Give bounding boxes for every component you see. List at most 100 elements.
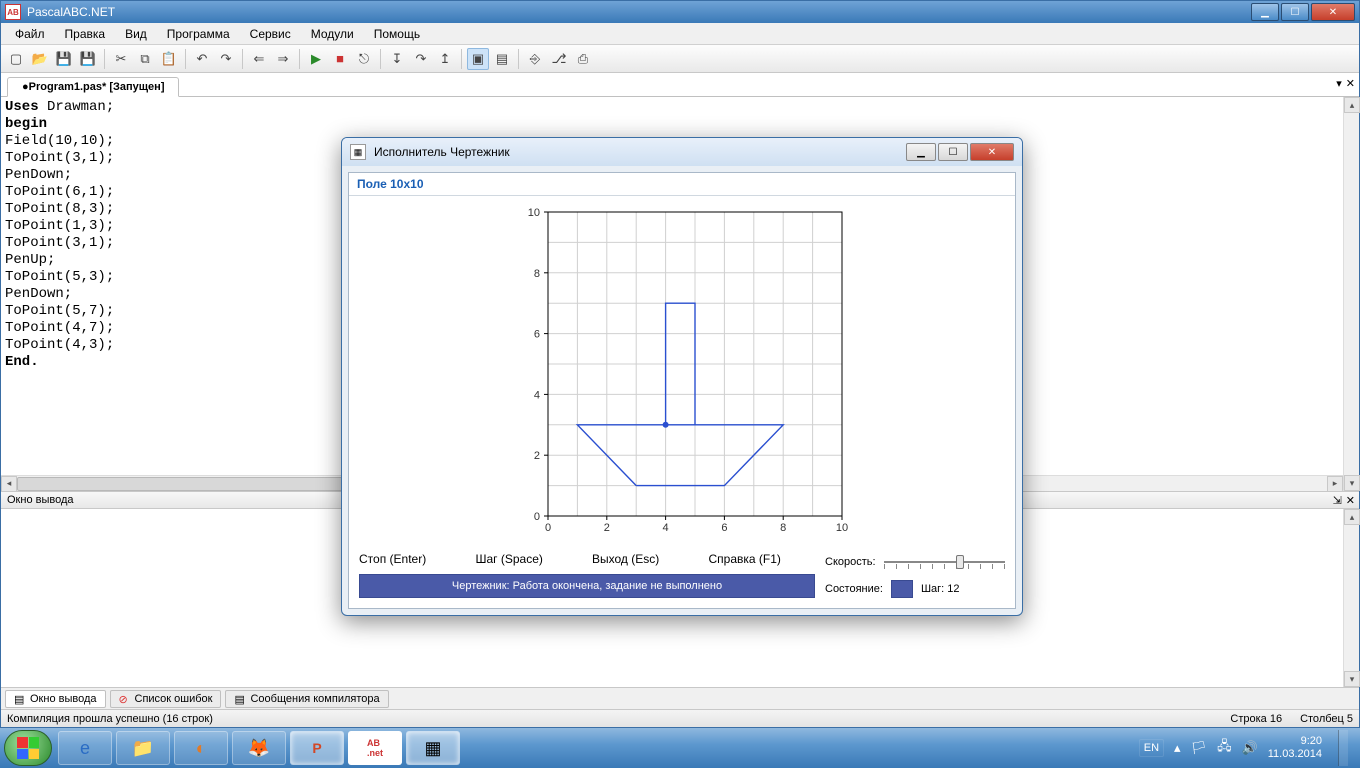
app-title: PascalABC.NET xyxy=(27,5,115,19)
step-into-icon[interactable]: ↧ xyxy=(386,48,408,70)
drawman-speed-label: Скорость: xyxy=(825,556,876,568)
tool-a-icon[interactable]: ⎆ xyxy=(524,48,546,70)
drawman-title: Исполнитель Чертежник xyxy=(374,145,510,159)
editor-scrollbar-vertical[interactable]: ▴ ▾ xyxy=(1343,97,1359,491)
panel-pin-icon[interactable]: ⇲ xyxy=(1333,494,1342,507)
menu-program[interactable]: Программа xyxy=(157,24,240,44)
taskbar-explorer-icon[interactable]: 📁 xyxy=(116,731,170,765)
drawman-step-button[interactable]: Шаг (Space) xyxy=(476,552,583,566)
tool-c-icon[interactable]: ⎙ xyxy=(572,48,594,70)
svg-text:8: 8 xyxy=(534,268,540,280)
taskbar-ie-icon[interactable]: e xyxy=(58,731,112,765)
scroll-down-icon[interactable]: ▾ xyxy=(1344,671,1360,687)
tray-clock[interactable]: 9:20 11.03.2014 xyxy=(1268,735,1322,761)
window-close-button[interactable]: ✕ xyxy=(1311,3,1355,21)
stop-icon[interactable]: ■ xyxy=(329,48,351,70)
step-out-icon[interactable]: ↥ xyxy=(434,48,456,70)
window-minimize-button[interactable]: ▁ xyxy=(1251,3,1279,21)
svg-text:4: 4 xyxy=(534,389,540,401)
bottom-tab-output[interactable]: ▤ Окно вывода xyxy=(5,690,106,708)
windows-logo-icon xyxy=(17,737,39,759)
drawman-window[interactable]: ▦ Исполнитель Чертежник ▁ ☐ ✕ Поле 10x10… xyxy=(341,137,1023,616)
taskbar: e 📁 ◐ 🦊 P AB.net ▦ EN ▴ 🏳 🖧 🔊 9:20 11.03… xyxy=(0,728,1360,768)
drawman-field-label: Поле 10x10 xyxy=(349,173,1015,196)
redo-icon[interactable]: ↷ xyxy=(215,48,237,70)
app-icon: AB xyxy=(5,4,21,20)
drawman-step-count: Шаг: 12 xyxy=(921,583,960,595)
system-tray: EN ▴ 🏳 🖧 🔊 9:20 11.03.2014 xyxy=(1131,730,1356,766)
titlebar[interactable]: AB PascalABC.NET ▁ ☐ ✕ xyxy=(1,1,1359,23)
drawman-body: Поле 10x10 02468100246810 Стоп (Enter) Ш… xyxy=(348,172,1016,609)
taskbar-firefox-icon[interactable]: 🦊 xyxy=(232,731,286,765)
tab-program1[interactable]: ●Program1.pas* [Запущен] xyxy=(7,77,179,97)
toolbar: ▢ 📂 💾 💾 ✂ ⧉ 📋 ↶ ↷ ⇐ ⇒ ▶ ■ ⎋ ↧ ↷ ↥ ▣ ▤ ⎆ … xyxy=(1,45,1359,73)
tray-network-icon[interactable]: 🖧 xyxy=(1217,737,1232,759)
tab-dropdown-icon[interactable]: ▾ xyxy=(1336,77,1342,90)
menu-edit[interactable]: Правка xyxy=(55,24,116,44)
drawman-titlebar[interactable]: ▦ Исполнитель Чертежник ▁ ☐ ✕ xyxy=(342,138,1022,166)
open-file-icon[interactable]: 📂 xyxy=(29,48,51,70)
tool-b-icon[interactable]: ⎇ xyxy=(548,48,570,70)
nav-back-icon[interactable]: ⇐ xyxy=(248,48,270,70)
show-desktop-button[interactable] xyxy=(1338,730,1348,766)
new-file-icon[interactable]: ▢ xyxy=(5,48,27,70)
svg-text:0: 0 xyxy=(545,522,551,534)
tabs-row: ●Program1.pas* [Запущен] ▾ ✕ xyxy=(1,73,1359,97)
undo-icon[interactable]: ↶ xyxy=(191,48,213,70)
nav-fwd-icon[interactable]: ⇒ xyxy=(272,48,294,70)
drawman-stop-button[interactable]: Стоп (Enter) xyxy=(359,552,466,566)
drawman-speed-slider[interactable] xyxy=(884,552,1005,572)
cut-icon[interactable]: ✂ xyxy=(110,48,132,70)
start-button[interactable] xyxy=(4,730,52,766)
scroll-right-icon[interactable]: ▸ xyxy=(1327,476,1343,492)
toggle-panel-icon[interactable]: ▣ xyxy=(467,48,489,70)
menu-file[interactable]: Файл xyxy=(5,24,55,44)
bottom-tab-errors[interactable]: ⊘ Список ошибок xyxy=(110,690,222,708)
svg-text:6: 6 xyxy=(721,522,727,534)
drawman-exit-button[interactable]: Выход (Esc) xyxy=(592,552,699,566)
menu-view[interactable]: Вид xyxy=(115,24,157,44)
menu-help[interactable]: Помощь xyxy=(364,24,430,44)
run-icon[interactable]: ▶ xyxy=(305,48,327,70)
paste-icon[interactable]: 📋 xyxy=(158,48,180,70)
output-scrollbar-vertical[interactable]: ▴ ▾ xyxy=(1343,509,1359,687)
drawman-app-icon: ▦ xyxy=(350,144,366,160)
step-over-icon[interactable]: ↷ xyxy=(410,48,432,70)
tray-language[interactable]: EN xyxy=(1139,739,1164,757)
taskbar-drawman-icon[interactable]: ▦ xyxy=(406,731,460,765)
svg-text:0: 0 xyxy=(534,511,540,523)
menu-service[interactable]: Сервис xyxy=(240,24,301,44)
taskbar-media-icon[interactable]: ◐ xyxy=(174,731,228,765)
drawman-close-button[interactable]: ✕ xyxy=(970,143,1014,161)
status-line: Строка 16 xyxy=(1230,713,1282,725)
tab-close-icon[interactable]: ✕ xyxy=(1346,77,1355,90)
drawman-minimize-button[interactable]: ▁ xyxy=(906,143,936,161)
output-tab-icon: ▤ xyxy=(14,693,26,705)
drawman-maximize-button[interactable]: ☐ xyxy=(938,143,968,161)
copy-icon[interactable]: ⧉ xyxy=(134,48,156,70)
compile-icon[interactable]: ⎋ xyxy=(353,48,375,70)
drawman-status-message: Чертежник: Работа окончена, задание не в… xyxy=(359,574,815,598)
panel-icon[interactable]: ▤ xyxy=(491,48,513,70)
tray-volume-icon[interactable]: 🔊 xyxy=(1242,740,1258,756)
tray-chevron-icon[interactable]: ▴ xyxy=(1174,740,1181,756)
save-icon[interactable]: 💾 xyxy=(53,48,75,70)
drawman-state-indicator xyxy=(891,580,913,598)
taskbar-pascalabc-icon[interactable]: AB.net xyxy=(348,731,402,765)
compiler-tab-icon: ▤ xyxy=(234,693,246,705)
scroll-down-icon[interactable]: ▾ xyxy=(1344,475,1360,491)
drawman-help-button[interactable]: Справка (F1) xyxy=(709,552,816,566)
svg-text:4: 4 xyxy=(663,522,669,534)
panel-close-icon[interactable]: ✕ xyxy=(1346,494,1355,507)
drawman-canvas: 02468100246810 xyxy=(512,206,852,538)
scroll-left-icon[interactable]: ◂ xyxy=(1,476,17,492)
svg-text:2: 2 xyxy=(604,522,610,534)
scroll-up-icon[interactable]: ▴ xyxy=(1344,97,1360,113)
tray-flag-icon[interactable]: 🏳 xyxy=(1191,740,1208,756)
scroll-up-icon[interactable]: ▴ xyxy=(1344,509,1360,525)
window-maximize-button[interactable]: ☐ xyxy=(1281,3,1309,21)
menu-modules[interactable]: Модули xyxy=(301,24,364,44)
taskbar-powerpoint-icon[interactable]: P xyxy=(290,731,344,765)
save-all-icon[interactable]: 💾 xyxy=(77,48,99,70)
bottom-tab-compiler[interactable]: ▤ Сообщения компилятора xyxy=(225,690,388,708)
